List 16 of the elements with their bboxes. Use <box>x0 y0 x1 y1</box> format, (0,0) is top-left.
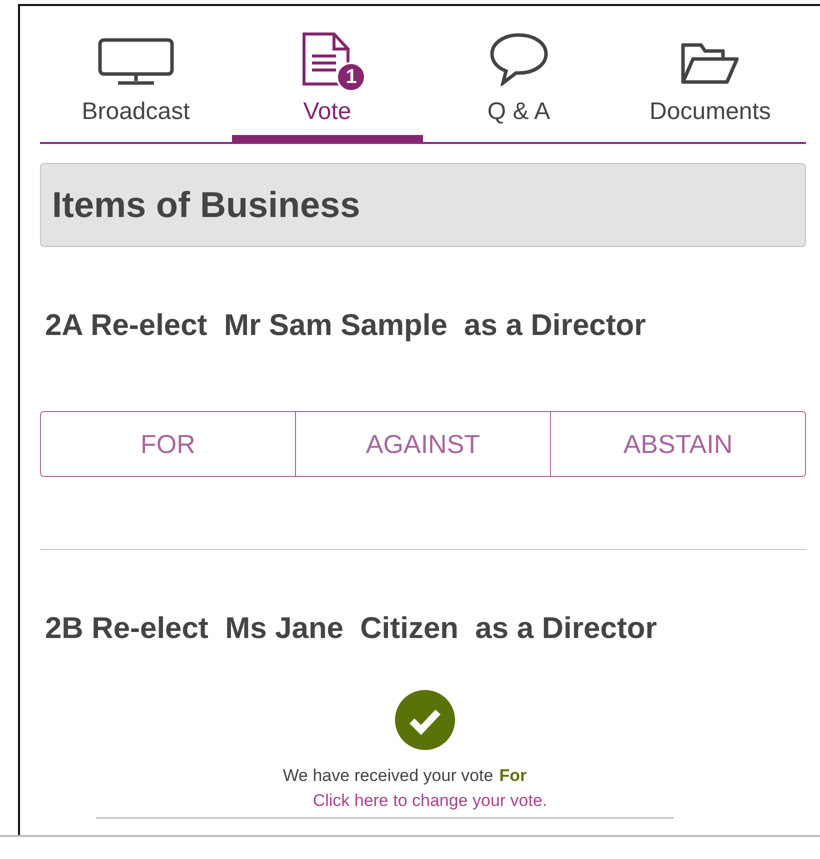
speech-bubble-icon <box>488 32 549 86</box>
vote-message: We have received your vote <box>282 766 494 786</box>
monitor-icon <box>98 38 174 86</box>
change-vote-link[interactable]: Click here to change your vote. <box>312 791 548 811</box>
item-title: 2A Re-elect Mr Sam Sample as a Director <box>44 309 647 343</box>
vote-button[interactable]: ABSTAIN <box>550 412 805 476</box>
vote-value: For <box>499 766 527 786</box>
nav-tab[interactable]: Documents <box>614 26 806 142</box>
folder-icon <box>680 42 740 86</box>
nav-tab[interactable]: Broadcast <box>40 26 232 142</box>
nav-tab[interactable]: Q & A <box>423 26 614 142</box>
nav-tab[interactable]: 1 Vote <box>232 26 423 142</box>
section-header: Items of Business <box>40 163 806 247</box>
item-title: 2B Re-elect Ms Jane Citizen as a Director <box>44 612 658 646</box>
count-badge: 1 <box>336 62 366 92</box>
check-circle-icon <box>395 690 455 750</box>
